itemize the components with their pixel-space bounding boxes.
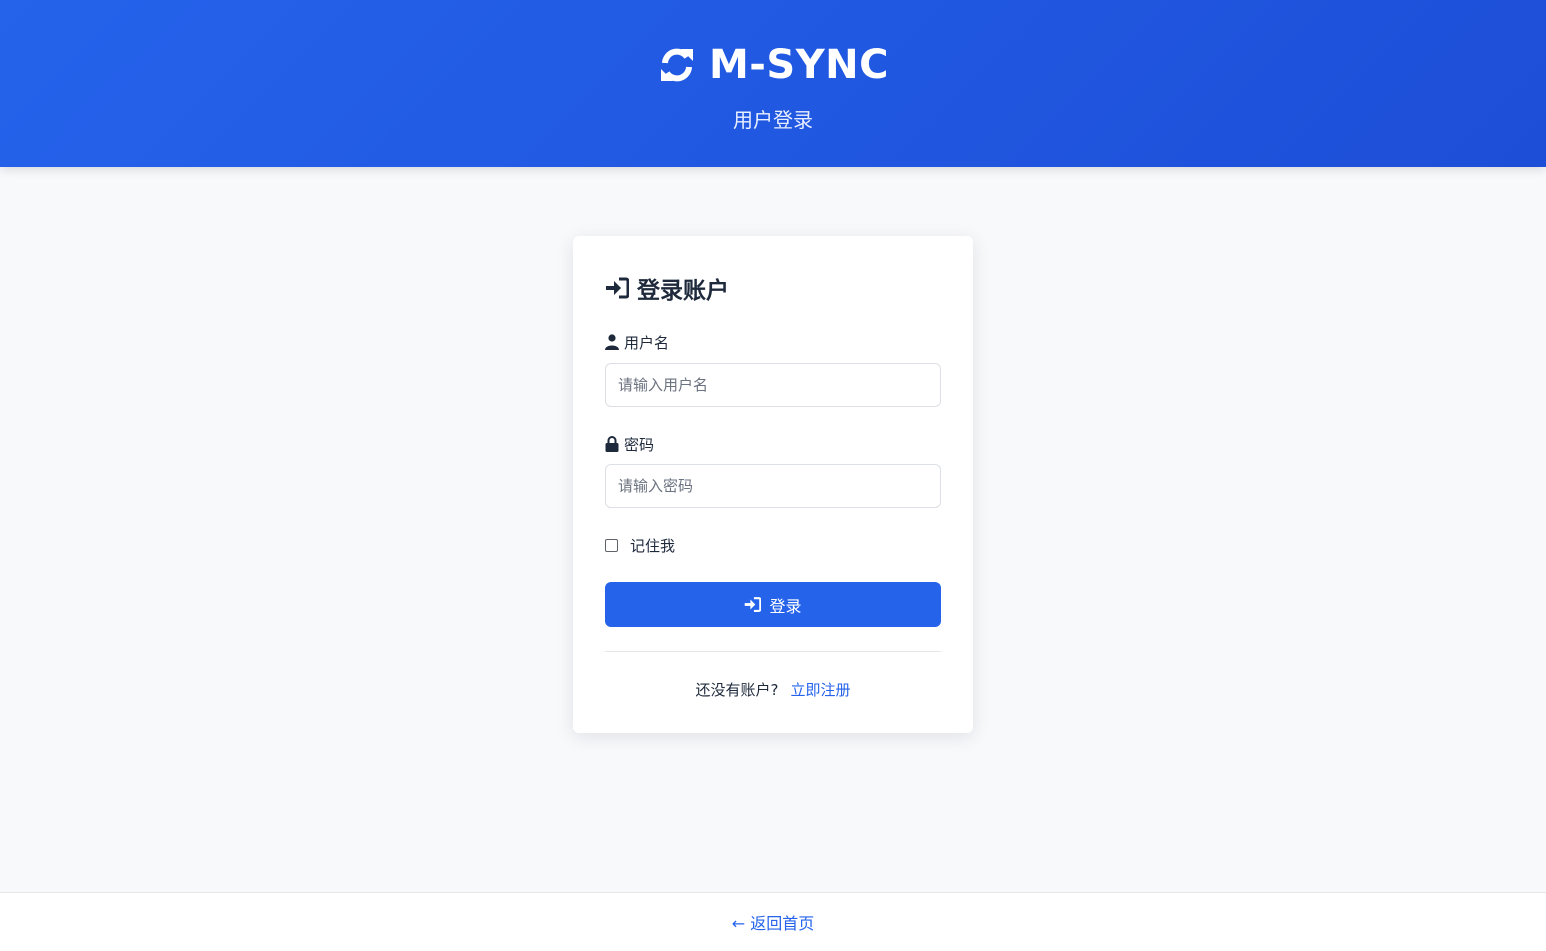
sync-icon — [660, 48, 693, 82]
card-divider — [605, 651, 941, 652]
remember-me-checkbox[interactable] — [605, 538, 618, 552]
username-label-text: 用户名 — [624, 333, 670, 352]
remember-me: 记住我 — [605, 534, 675, 556]
sign-in-icon — [745, 597, 762, 612]
page-subtitle: 用户登录 — [733, 108, 813, 132]
app-title: M-SYNC — [708, 42, 889, 88]
remember-me-label[interactable]: 记住我 — [630, 535, 675, 556]
register-prompt-text: 还没有账户? — [695, 680, 779, 699]
page-header: M-SYNC 用户登录 — [0, 0, 1546, 167]
username-input[interactable] — [605, 363, 941, 407]
login-button-label: 登录 — [769, 596, 802, 616]
brand: M-SYNC — [0, 40, 1546, 90]
username-label: 用户名 — [605, 331, 669, 353]
password-label-text: 密码 — [624, 435, 655, 454]
register-prompt: 还没有账户? 立即注册 — [573, 678, 973, 700]
password-input[interactable] — [605, 464, 941, 508]
login-button[interactable]: 登录 — [605, 582, 941, 627]
login-card-title: 登录账户 — [605, 270, 729, 306]
page-footer: ← 返回首页 — [0, 892, 1546, 951]
lock-icon — [605, 436, 619, 452]
password-label: 密码 — [605, 433, 654, 455]
user-icon — [605, 334, 619, 350]
back-home-link[interactable]: ← 返回首页 — [732, 910, 815, 934]
sign-in-icon — [606, 277, 629, 299]
login-title: 登录账户 — [637, 278, 729, 304]
register-link[interactable]: 立即注册 — [790, 679, 850, 700]
